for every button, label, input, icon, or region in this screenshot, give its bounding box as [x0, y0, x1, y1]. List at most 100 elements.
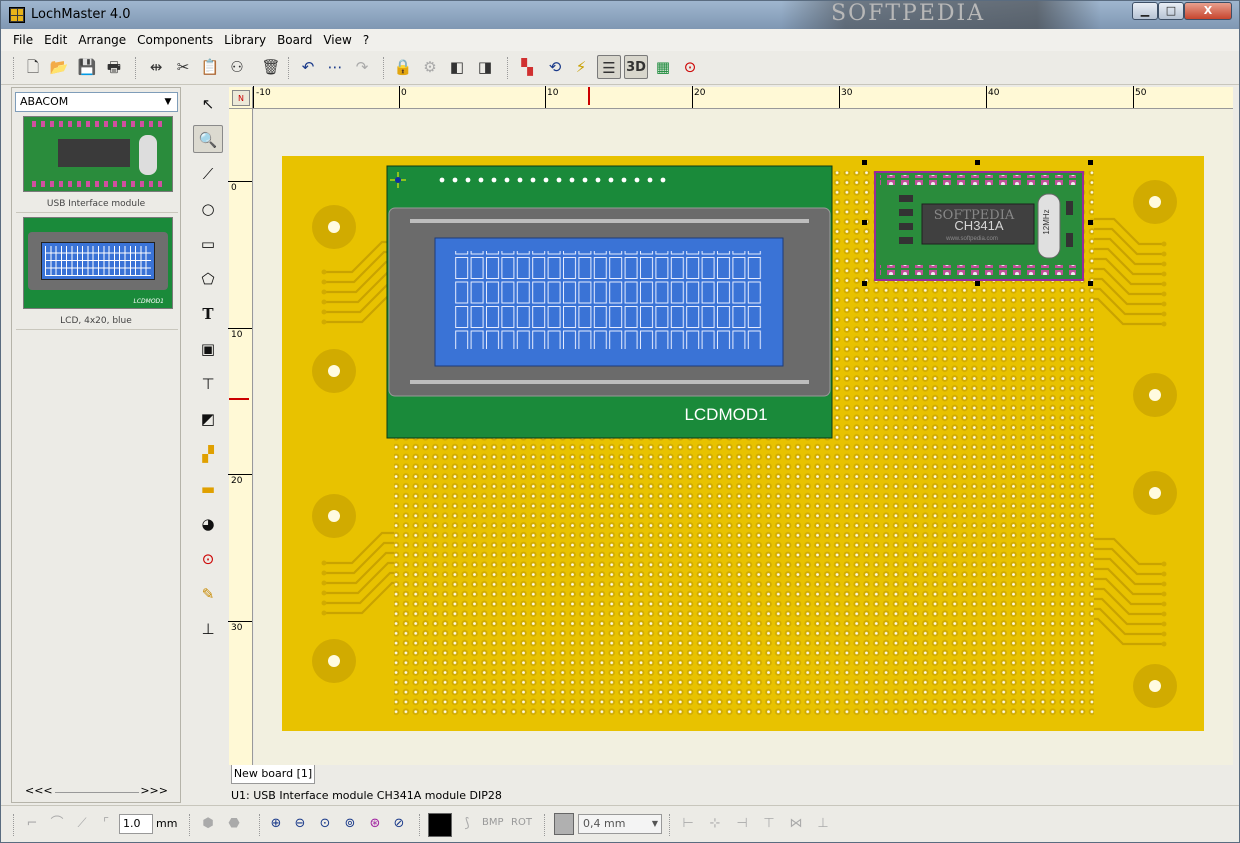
- scroll-track[interactable]: [55, 792, 139, 793]
- board-drawing[interactable]: LCDMOD1 SOFTPEDIA CH341A www.softpedia.c…: [254, 109, 1233, 765]
- open-icon[interactable]: 📂: [47, 55, 71, 79]
- delete-icon[interactable]: 🗑: [259, 55, 283, 79]
- ruler-cursor-marker: [588, 87, 590, 105]
- flip-icon[interactable]: ⚡: [569, 55, 593, 79]
- ellipse-icon[interactable]: ○: [193, 195, 223, 223]
- paste-icon[interactable]: 📋: [198, 55, 222, 79]
- zoom-selection-icon[interactable]: ⊛: [364, 812, 386, 836]
- library-panel: ABACOM ▼ USB Interface module LCDMOD1 LC…: [11, 87, 181, 803]
- print-icon[interactable]: 🖶: [102, 55, 126, 79]
- rotate-icon[interactable]: ⟲: [543, 55, 567, 79]
- group-icon[interactable]: ⚙: [418, 55, 442, 79]
- menu-help[interactable]: ?: [357, 29, 374, 47]
- eyedropper-icon[interactable]: ⟆: [456, 812, 478, 836]
- toolbar-separator: [383, 57, 384, 79]
- zoom-icon[interactable]: 🔍: [193, 125, 223, 153]
- lock-icon[interactable]: 🔒: [391, 55, 415, 79]
- zoom-in-icon[interactable]: ⊕: [265, 812, 287, 836]
- layers-icon[interactable]: ☰: [597, 55, 621, 79]
- line-style-curve-icon[interactable]: ⌒: [46, 812, 68, 836]
- maximize-button[interactable]: □: [1158, 2, 1184, 20]
- title-bar[interactable]: LochMaster 4.0 SOFTPEDIA ▁ □ X: [1, 1, 1239, 29]
- tab-new-board[interactable]: New board [1]: [231, 765, 315, 784]
- cut-icon[interactable]: ✂: [171, 55, 195, 79]
- ruler-corner: N: [229, 87, 253, 109]
- scroll-left-button[interactable]: <<<: [25, 784, 53, 797]
- menu-edit[interactable]: Edit: [38, 29, 72, 47]
- to-back-icon[interactable]: ◨: [473, 55, 497, 79]
- usb-interface-module[interactable]: SOFTPEDIA CH341A www.softpedia.com 12MHz: [862, 160, 1093, 286]
- menu-components[interactable]: Components: [131, 29, 218, 47]
- wire-icon[interactable]: ⊤: [193, 370, 223, 398]
- menu-board[interactable]: Board: [271, 29, 317, 47]
- line-style-angle-icon[interactable]: ⌜: [95, 812, 117, 836]
- minimize-button[interactable]: ▁: [1132, 2, 1158, 20]
- new-icon[interactable]: 🗋: [21, 55, 45, 79]
- module-pins-bottom: [880, 265, 1076, 275]
- lcd-module[interactable]: LCDMOD1: [386, 165, 833, 439]
- component-icon[interactable]: ▣: [193, 335, 223, 363]
- zoom-previous-icon[interactable]: ⊘: [388, 812, 410, 836]
- ungroup-shape-icon[interactable]: ⬣: [223, 812, 245, 836]
- rectangle-icon[interactable]: ▭: [193, 230, 223, 258]
- target-icon[interactable]: ⊙: [678, 55, 702, 79]
- pad-icon[interactable]: ◩: [193, 405, 223, 433]
- close-button[interactable]: X: [1184, 2, 1232, 20]
- polygon-icon[interactable]: ⬠: [193, 265, 223, 293]
- fill-swatch[interactable]: [554, 813, 574, 835]
- align-left-icon[interactable]: ⊢: [677, 812, 699, 836]
- mirror-icon[interactable]: ⇹: [144, 55, 168, 79]
- line-style-straight-icon[interactable]: ⌐: [21, 812, 43, 836]
- toolbar-separator: [669, 814, 670, 836]
- menu-library[interactable]: Library: [218, 29, 271, 47]
- chevron-down-icon[interactable]: ▼: [161, 95, 175, 109]
- solder-icon[interactable]: ⊙: [193, 545, 223, 573]
- duplicate-icon[interactable]: ⚇: [225, 55, 249, 79]
- text-icon[interactable]: T: [193, 300, 223, 328]
- measure-icon[interactable]: ✎: [193, 580, 223, 608]
- rot-button[interactable]: ROT: [511, 817, 532, 828]
- drill-icon[interactable]: ◕: [193, 510, 223, 538]
- pointer-icon[interactable]: ↖: [193, 90, 223, 118]
- more-icon[interactable]: ⋯: [323, 55, 347, 79]
- align-center-icon[interactable]: ⊹: [704, 812, 726, 836]
- zoom-out-icon[interactable]: ⊖: [289, 812, 311, 836]
- library-select[interactable]: ABACOM ▼: [15, 92, 178, 112]
- save-icon[interactable]: 💾: [75, 55, 99, 79]
- north-button[interactable]: N: [232, 90, 250, 106]
- color-swatch[interactable]: [428, 813, 452, 837]
- library-scrollbar[interactable]: <<< >>>: [15, 784, 178, 798]
- line-style-diagonal-icon[interactable]: ⟋: [71, 812, 93, 836]
- scroll-right-button[interactable]: >>>: [140, 784, 168, 797]
- redo-icon[interactable]: ↷: [350, 55, 374, 79]
- 3d-view-button[interactable]: 3D: [624, 55, 648, 79]
- menu-view[interactable]: View: [317, 29, 356, 47]
- board-canvas[interactable]: LCDMOD1 SOFTPEDIA CH341A www.softpedia.c…: [254, 109, 1233, 765]
- library-item-lcd[interactable]: LCDMOD1: [23, 217, 173, 309]
- chevron-down-icon[interactable]: ▼: [652, 815, 658, 833]
- toolbar-separator: [189, 814, 190, 836]
- align-middle-icon[interactable]: ⋈: [785, 812, 807, 836]
- undo-icon[interactable]: ↶: [296, 55, 320, 79]
- colors-icon[interactable]: ▚: [515, 55, 539, 79]
- align-right-icon[interactable]: ⊣: [731, 812, 753, 836]
- line-width-input[interactable]: 1.0: [119, 814, 153, 834]
- group-shape-icon[interactable]: ⬢: [197, 812, 219, 836]
- to-front-icon[interactable]: ◧: [445, 55, 469, 79]
- board-icon[interactable]: ▦: [651, 55, 675, 79]
- align-bottom-icon[interactable]: ⊥: [812, 812, 834, 836]
- line-icon[interactable]: ⟋: [193, 160, 223, 188]
- dimension-icon[interactable]: ⊥: [193, 615, 223, 643]
- library-select-value: ABACOM: [20, 95, 69, 108]
- menu-arrange[interactable]: Arrange: [72, 29, 131, 47]
- library-divider: [16, 212, 178, 213]
- menu-file[interactable]: File: [7, 29, 38, 47]
- bridge-icon[interactable]: ▞: [193, 440, 223, 468]
- bmp-button[interactable]: BMP: [482, 817, 504, 828]
- library-item-usb-module[interactable]: [23, 116, 173, 192]
- align-top-icon[interactable]: ⊤: [758, 812, 780, 836]
- cut-trace-icon[interactable]: ▬: [193, 475, 223, 503]
- zoom-board-icon[interactable]: ⊚: [339, 812, 361, 836]
- trace-width-select[interactable]: 0,4 mm ▼: [578, 814, 662, 834]
- zoom-fit-icon[interactable]: ⊙: [314, 812, 336, 836]
